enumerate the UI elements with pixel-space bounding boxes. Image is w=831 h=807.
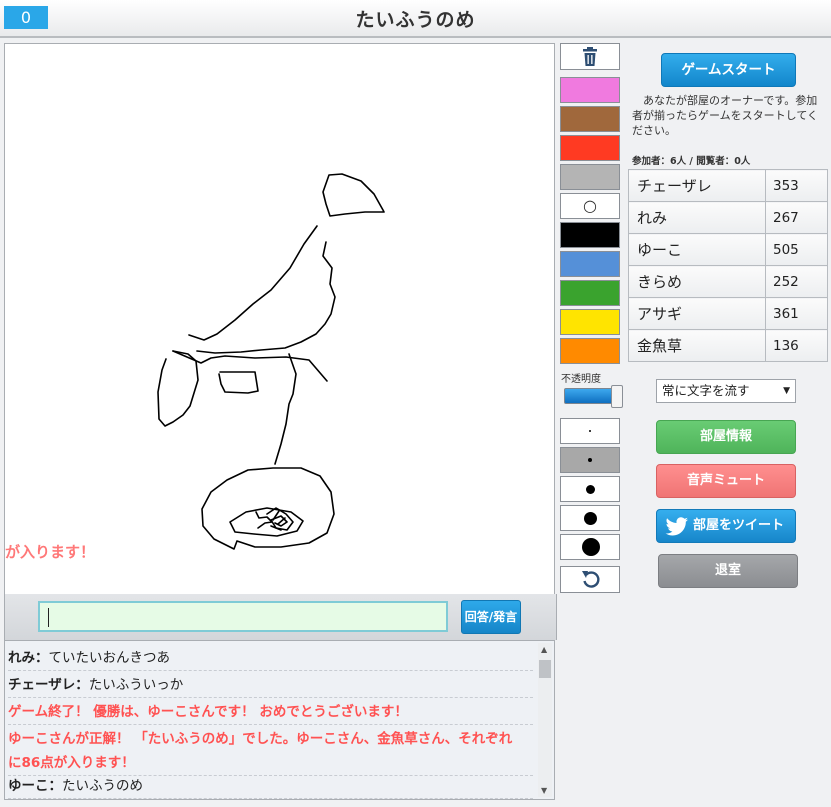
color-swatch-yellow[interactable] xyxy=(560,309,620,335)
player-row: ゆーこ 505 xyxy=(628,233,828,266)
player-name: アサギ xyxy=(628,297,766,330)
brush-size-2[interactable] xyxy=(560,447,620,473)
opacity-label: 不透明度 xyxy=(561,374,601,385)
chat-log[interactable]: れみ：ていたいおんきつあ チェーザレ：たいふういっか ゲーム終了！ 優勝は、ゆー… xyxy=(4,640,555,800)
player-scoreboard: チェーザレ 353 れみ 267 ゆーこ 505 きらめ 252 アサギ 361 金魚草 1… xyxy=(628,169,828,362)
player-score: 136 xyxy=(765,329,828,362)
owner-note: あなたが部屋のオーナーです。参加者が揃ったらゲームをスタートしてください。 xyxy=(632,94,819,137)
tweet-room-button[interactable]: 部屋をツイート xyxy=(656,509,796,543)
player-row: アサギ 361 xyxy=(628,297,828,330)
brush-dot-icon xyxy=(589,430,591,432)
chat-message: れみ：ていたいおんきつあ xyxy=(8,646,533,671)
trash-icon xyxy=(583,47,597,66)
select-value: 常に文字を流す xyxy=(662,383,750,398)
color-swatch-black[interactable] xyxy=(560,222,620,248)
player-row: きらめ 252 xyxy=(628,265,828,298)
scroll-up-icon[interactable]: ▲ xyxy=(541,645,547,654)
game-start-button[interactable]: ゲームスタート xyxy=(661,53,796,87)
color-swatch-red[interactable] xyxy=(560,135,620,161)
brush-dot-icon xyxy=(584,512,597,525)
player-score: 505 xyxy=(765,233,828,266)
chat-message: ゆーこ：たいふうのめ xyxy=(8,774,533,799)
participant-count: 参加者：6人 / 閲覧者：0人 xyxy=(632,156,751,167)
drawing-canvas[interactable]: が入ります！ xyxy=(4,43,555,595)
chat-message: チェーザレ：たいふういっか xyxy=(8,673,533,698)
brush-size-3[interactable] xyxy=(560,476,620,502)
color-swatch-gray[interactable] xyxy=(560,164,620,190)
text-caret xyxy=(48,608,49,627)
leave-room-button[interactable]: 退室 xyxy=(658,554,798,588)
color-swatch-brown[interactable] xyxy=(560,106,620,132)
color-swatch-orange[interactable] xyxy=(560,338,620,364)
brush-dot-icon xyxy=(582,538,600,556)
audio-mute-button[interactable]: 音声ミュート xyxy=(656,464,796,498)
player-name: れみ xyxy=(628,201,766,234)
player-score: 353 xyxy=(765,169,828,202)
chat-system-line: に86点が入ります！ xyxy=(8,755,135,771)
player-name: きらめ xyxy=(628,265,766,298)
player-score: 252 xyxy=(765,265,828,298)
room-info-button[interactable]: 部屋情報 xyxy=(656,420,796,454)
chat-text: たいふういっか xyxy=(88,677,184,693)
undo-icon xyxy=(582,571,600,588)
flowing-message: が入ります！ xyxy=(5,543,96,561)
chat-text: たいふうのめ xyxy=(62,778,143,794)
chat-user: チェーザレ xyxy=(8,677,76,693)
answer-submit-button[interactable]: 回答/発言 xyxy=(461,600,521,634)
player-name: 金魚草 xyxy=(628,329,766,362)
player-score: 267 xyxy=(765,201,828,234)
chat-system-line: ゆーこさんが正解！ 「たいふうのめ」でした。ゆーこさん、金魚草さん、それぞれ xyxy=(8,731,513,747)
scroll-thumb[interactable] xyxy=(539,660,551,678)
chat-system-message: ゆーこさんが正解！ 「たいふうのめ」でした。ゆーこさん、金魚草さん、それぞれ に… xyxy=(8,727,533,776)
opacity-slider[interactable] xyxy=(564,385,623,408)
chevron-down-icon: ▼ xyxy=(783,386,790,396)
opacity-track[interactable] xyxy=(564,388,616,404)
color-swatch-green[interactable] xyxy=(560,280,620,306)
player-row: 金魚草 136 xyxy=(628,329,828,362)
player-score: 361 xyxy=(765,297,828,330)
page-title: たいふうのめ xyxy=(355,9,476,31)
white-circle-icon: ○ xyxy=(583,196,597,215)
chat-text: ていたいおんきつあ xyxy=(48,650,171,666)
player-row: チェーザレ 353 xyxy=(628,169,828,202)
answer-bar: 回答/発言 xyxy=(4,594,557,640)
chat-user: れみ xyxy=(8,650,35,666)
twitter-bird-icon xyxy=(665,517,688,536)
chat-user: ゆーこ xyxy=(8,778,49,794)
player-name: ゆーこ xyxy=(628,233,766,266)
player-row: れみ 267 xyxy=(628,201,828,234)
chat-system-message: ゲーム終了！ 優勝は、ゆーこさんです！ おめでとうございます！ xyxy=(8,700,533,725)
answer-input[interactable] xyxy=(38,601,448,632)
opacity-knob[interactable] xyxy=(611,385,623,408)
brush-dot-icon xyxy=(586,485,595,494)
drawing-strokes xyxy=(157,173,385,550)
header-bar: 0 たいふうのめ xyxy=(0,0,831,38)
color-swatch-pink[interactable] xyxy=(560,77,620,103)
color-swatch-blue[interactable] xyxy=(560,251,620,277)
color-swatch-white[interactable]: ○ xyxy=(560,193,620,219)
tweet-label: 部屋をツイート xyxy=(693,518,785,533)
player-name: チェーザレ xyxy=(628,169,766,202)
clear-canvas-button[interactable] xyxy=(560,43,620,70)
brush-dot-icon xyxy=(588,458,592,462)
text-flow-select[interactable]: 常に文字を流す ▼ xyxy=(656,379,796,403)
brush-size-5[interactable] xyxy=(560,534,620,560)
undo-button[interactable] xyxy=(560,566,620,593)
brush-size-4[interactable] xyxy=(560,505,620,531)
scroll-down-icon[interactable]: ▼ xyxy=(541,786,547,795)
chat-scrollbar[interactable]: ▲ ▼ xyxy=(538,643,552,797)
brush-size-1[interactable] xyxy=(560,418,620,444)
